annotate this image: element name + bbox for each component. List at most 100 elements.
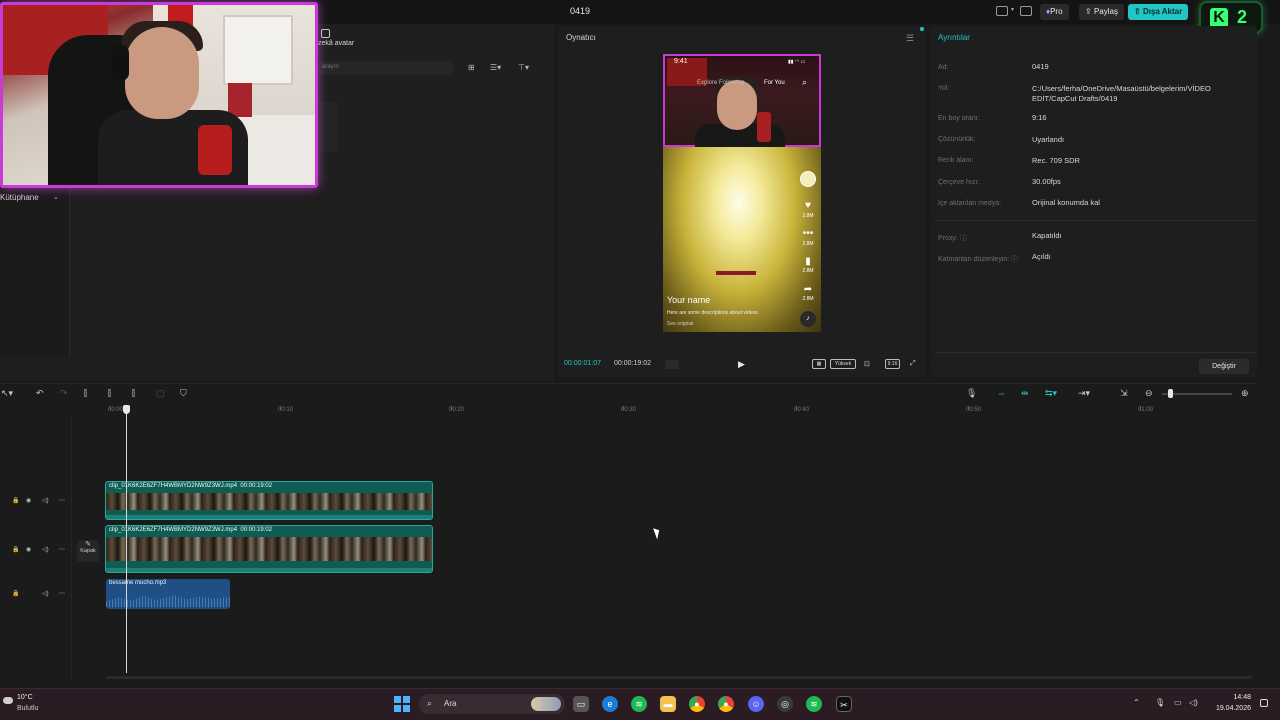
- clock-time[interactable]: 14:48: [1223, 694, 1251, 701]
- preview-axis-icon[interactable]: ⇥▾: [1078, 388, 1090, 399]
- info-icon[interactable]: ⓘ: [960, 235, 967, 242]
- zoom-in-icon[interactable]: ⊕: [1241, 388, 1249, 399]
- tick-label: 00:00: [108, 407, 124, 413]
- export-button[interactable]: ⇧ Dışa Aktar: [1128, 4, 1189, 20]
- info-icon[interactable]: ⓘ: [1011, 256, 1018, 263]
- undo-icon[interactable]: ↶: [36, 388, 44, 399]
- redo-icon[interactable]: ↷: [60, 388, 68, 399]
- media-search-input[interactable]: arayın: [318, 61, 453, 75]
- weather-description[interactable]: Bulutlu: [17, 705, 38, 712]
- cloud-icon[interactable]: [3, 697, 13, 704]
- spotify-icon[interactable]: ≋: [631, 696, 647, 712]
- capcut-icon[interactable]: ✂: [836, 696, 852, 712]
- tick-label: 00:30: [621, 407, 637, 413]
- main-track-magnet-icon[interactable]: ⇔: [997, 388, 1006, 398]
- safe-area-icon[interactable]: ▦: [812, 359, 826, 369]
- more-icon[interactable]: ⋯: [59, 590, 65, 597]
- save-count: 2.8M: [802, 268, 814, 274]
- play-button[interactable]: ▶: [738, 359, 745, 370]
- layout-icon[interactable]: [996, 6, 1008, 16]
- delete-icon[interactable]: ▢: [156, 388, 165, 399]
- grid-view-icon[interactable]: ⊞: [468, 63, 475, 72]
- clock-date[interactable]: 19.04.2026: [1213, 705, 1251, 712]
- filter-icon[interactable]: ⊤▾: [518, 63, 529, 72]
- video-clip[interactable]: clip_01K6K2E6ZF7H4WBMYD2NW9Z3WJ.mp4 00:0…: [105, 525, 433, 573]
- streamer-face: [125, 27, 199, 119]
- zoom-slider-handle[interactable]: [1168, 389, 1173, 398]
- more-icon[interactable]: ⋯: [59, 546, 65, 553]
- change-button[interactable]: Değiştir: [1199, 359, 1249, 374]
- eye-icon[interactable]: ◉: [26, 546, 31, 553]
- split-icon[interactable]: ⫿: [84, 388, 87, 399]
- ratio-button[interactable]: 9:16: [885, 359, 900, 369]
- discord-icon[interactable]: ☺: [748, 696, 764, 712]
- audio-clip[interactable]: bessame mucho.mp3: [106, 579, 230, 609]
- pro-button[interactable]: ♦Pro: [1040, 4, 1069, 20]
- clip-duration: 00:00:19:02: [240, 483, 273, 489]
- avatar-icon[interactable]: [321, 29, 330, 38]
- network-icon[interactable]: ▭: [1174, 698, 1182, 707]
- video-clip[interactable]: clip_01K6K2E6ZF7H4WBMYD2NW9Z3WJ.mp4 00:0…: [105, 481, 433, 520]
- mute-icon[interactable]: ◁): [42, 546, 49, 553]
- mute-icon[interactable]: ◁): [42, 497, 49, 504]
- share-arrow-icon: ➦: [803, 284, 813, 295]
- time-ruler[interactable]: [72, 404, 1257, 416]
- zoom-out-icon[interactable]: ⊖: [1145, 388, 1153, 399]
- screenshot-icon[interactable]: ⊡: [864, 360, 870, 368]
- bookmark-icon: ▮: [805, 256, 811, 267]
- select-tool-icon[interactable]: ↖▾: [1, 388, 13, 399]
- notification-icon[interactable]: [1260, 699, 1268, 707]
- sort-icon[interactable]: ☰▾: [490, 63, 501, 72]
- chevron-up-icon[interactable]: ⌃: [1133, 698, 1140, 707]
- share-icon: ⇪: [1085, 7, 1094, 16]
- chrome-icon[interactable]: ●: [689, 696, 705, 712]
- playhead[interactable]: [126, 409, 127, 673]
- phone-search-icon: ⌕: [802, 77, 808, 87]
- delete-left-icon[interactable]: ⫿: [108, 388, 111, 399]
- spotify-icon[interactable]: ≋: [806, 696, 822, 712]
- microphone-icon[interactable]: 🎙: [966, 388, 977, 399]
- weather-temperature[interactable]: 10°C: [17, 694, 33, 701]
- share-count: 2.8M: [802, 296, 814, 302]
- heart-icon: ♥: [805, 200, 811, 211]
- cover-button[interactable]: ✎ Kapak: [77, 540, 99, 562]
- preview-canvas[interactable]: [663, 54, 821, 332]
- shortcuts-icon[interactable]: [1020, 6, 1032, 16]
- edge-icon[interactable]: e: [602, 696, 618, 712]
- timeline-scrollbar[interactable]: [106, 676, 1252, 679]
- microphone-tray-icon[interactable]: 🎙: [1155, 698, 1165, 707]
- more-icon[interactable]: ⋯: [59, 497, 65, 504]
- lock-icon[interactable]: 🔒: [12, 497, 19, 504]
- lock-icon[interactable]: 🔒: [12, 546, 19, 553]
- eye-icon[interactable]: ◉: [26, 497, 31, 504]
- playhead-handle[interactable]: [123, 405, 130, 414]
- tab-avatar[interactable]: zekâ avatar: [318, 40, 354, 47]
- marker-icon[interactable]: ⛉: [180, 388, 187, 399]
- chrome-profile-icon[interactable]: ●: [718, 696, 734, 712]
- obs-icon[interactable]: ◎: [777, 696, 793, 712]
- task-view-icon[interactable]: ▭: [573, 696, 589, 712]
- library-label[interactable]: Kütüphane: [0, 193, 39, 202]
- delete-right-icon[interactable]: ⫿: [132, 388, 135, 399]
- player-title: Oynatıcı: [566, 33, 596, 42]
- file-explorer-icon[interactable]: ▬: [660, 696, 676, 712]
- timecode-toggle[interactable]: [665, 360, 679, 369]
- chevron-down-icon[interactable]: ⌄: [53, 193, 59, 201]
- fit-icon[interactable]: ⇲: [1120, 388, 1128, 399]
- volume-icon[interactable]: ◁): [1189, 698, 1198, 707]
- lock-icon[interactable]: 🔒: [12, 590, 19, 597]
- like-count: 2.8M: [802, 213, 814, 219]
- windows-start-icon[interactable]: [394, 696, 410, 712]
- mute-icon[interactable]: ◁): [42, 590, 49, 597]
- detail-label-proxy: Proxy: ⓘ: [938, 235, 967, 242]
- layout-chevron-icon[interactable]: ▾: [1011, 6, 1014, 13]
- clip-thumbnails: [106, 537, 432, 561]
- quality-button[interactable]: Yüksek: [830, 359, 856, 369]
- linkage-icon[interactable]: ⇆▾: [1045, 388, 1057, 399]
- player-menu-icon[interactable]: ☰: [906, 33, 914, 44]
- fullscreen-icon[interactable]: ⤢: [910, 360, 916, 368]
- phone-time: 9:41: [674, 58, 688, 65]
- share-button[interactable]: ⇪ Paylaş: [1079, 4, 1124, 20]
- auto-snap-icon[interactable]: ⇹: [1021, 388, 1029, 399]
- tick-label: 00:50: [966, 407, 982, 413]
